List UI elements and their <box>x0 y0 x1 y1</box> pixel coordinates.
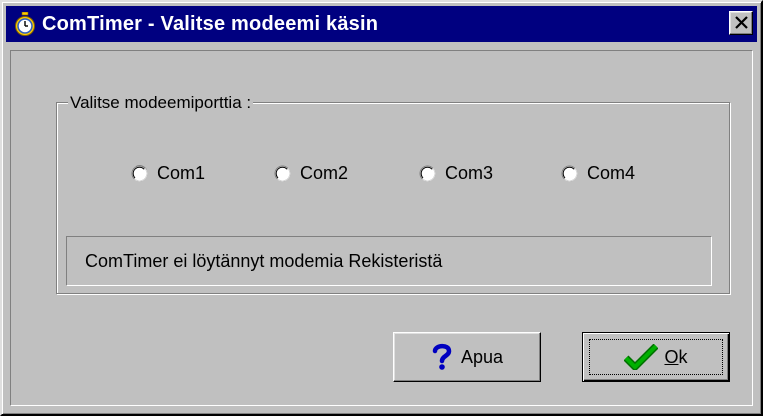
close-icon <box>735 16 748 29</box>
ok-accelerator: O <box>664 347 679 367</box>
ok-label-rest: k <box>678 347 688 367</box>
status-field: ComTimer ei löytännyt modemia Rekisteris… <box>66 236 712 286</box>
status-text: ComTimer ei löytännyt modemia Rekisteris… <box>85 251 443 271</box>
close-button[interactable] <box>729 11 753 35</box>
radio-circle <box>274 165 291 181</box>
radio-label: Com4 <box>587 163 636 183</box>
radio-label: Com3 <box>445 163 494 183</box>
dialog-window: ComTimer - Valitse modeemi käsin Valitse… <box>0 0 763 416</box>
checkmark-icon <box>624 344 659 370</box>
radio-label: Com1 <box>157 163 206 183</box>
question-mark-icon <box>432 343 452 370</box>
ok-button[interactable]: Ok <box>582 332 730 382</box>
window-title: ComTimer - Valitse modeemi käsin <box>42 13 379 35</box>
radio-com3[interactable]: Com3 <box>419 161 493 185</box>
radio-label: Com2 <box>300 163 349 183</box>
radio-com4[interactable]: Com4 <box>561 161 635 185</box>
ok-button-label: Ok <box>664 346 687 368</box>
help-button-label: Apua <box>460 347 504 367</box>
port-group-label: Valitse modeemiporttia : <box>68 92 254 114</box>
radio-com2[interactable]: Com2 <box>274 161 348 185</box>
radio-circle <box>561 165 578 181</box>
radio-circle <box>419 165 436 181</box>
radio-com1[interactable]: Com1 <box>131 161 205 185</box>
title-bar[interactable]: ComTimer - Valitse modeemi käsin <box>6 6 757 42</box>
stopwatch-icon <box>14 11 36 36</box>
radio-circle <box>131 164 148 181</box>
help-button[interactable]: Apua <box>393 332 541 382</box>
